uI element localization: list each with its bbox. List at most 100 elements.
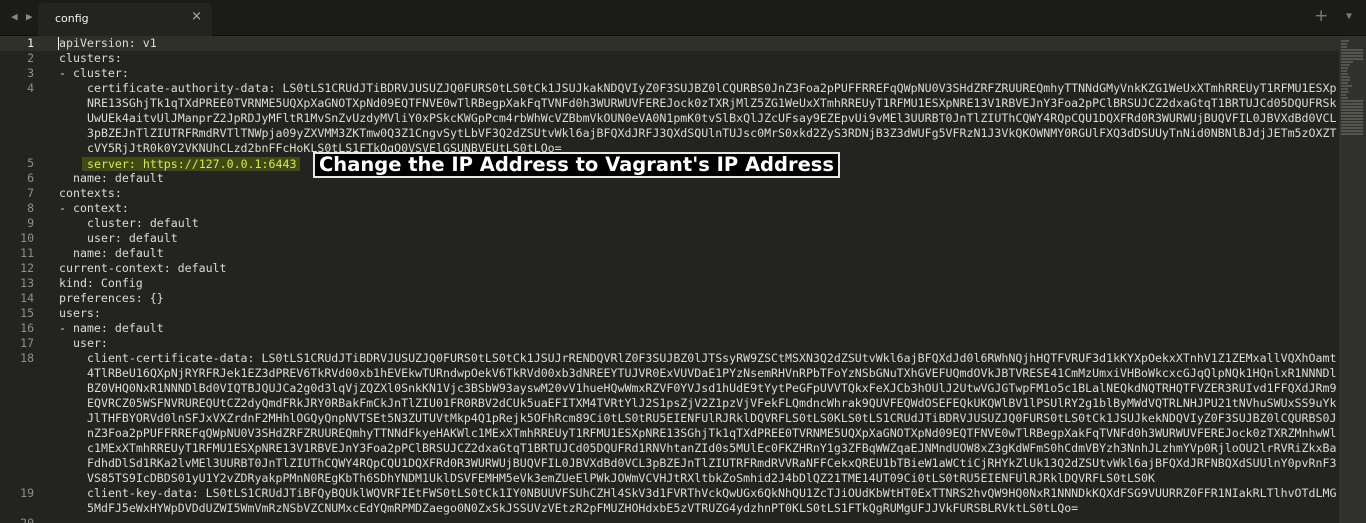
minimap-line bbox=[1341, 127, 1363, 129]
minimap-line bbox=[1341, 118, 1363, 120]
line-text: current-context: default bbox=[59, 261, 227, 275]
line-number: 12 bbox=[20, 261, 34, 275]
tab-config[interactable]: config × bbox=[38, 3, 212, 36]
line-number: 10 bbox=[20, 231, 34, 245]
client-certificate-data-text: client-certificate-data: LS0tLS1CRUdJTiB… bbox=[87, 351, 1337, 485]
close-icon[interactable]: × bbox=[191, 9, 202, 24]
line-number: 15 bbox=[20, 306, 34, 320]
minimap-line bbox=[1341, 112, 1363, 114]
minimap-line bbox=[1341, 46, 1347, 48]
minimap-line bbox=[1341, 55, 1363, 57]
line-text: name: default bbox=[73, 246, 164, 260]
line-text: user: default bbox=[87, 231, 178, 245]
server-url: https://127.0.0.1:6443 bbox=[142, 157, 297, 171]
tab-title: config bbox=[55, 12, 89, 25]
minimap-line bbox=[1341, 130, 1363, 132]
minimap-line bbox=[1341, 61, 1353, 63]
line-number: 20 bbox=[20, 516, 34, 523]
line-text: - cluster: bbox=[59, 66, 129, 80]
code-line[interactable]: 13 kind: Config bbox=[0, 276, 1366, 291]
minimap-line bbox=[1341, 133, 1363, 135]
minimap-line bbox=[1341, 121, 1363, 123]
minimap-line bbox=[1341, 82, 1348, 84]
line-text: preferences: {} bbox=[59, 291, 164, 305]
line-text: users: bbox=[59, 306, 101, 320]
minimap-line bbox=[1341, 79, 1350, 81]
line-number: 6 bbox=[27, 171, 34, 185]
minimap-line bbox=[1341, 85, 1352, 87]
minimap-line bbox=[1341, 100, 1363, 102]
code-line[interactable]: 17 user: bbox=[0, 336, 1366, 351]
line-text: clusters: bbox=[59, 51, 122, 65]
triangle-right-icon[interactable]: ▶ bbox=[26, 10, 33, 23]
line-text: apiVersion: v1 bbox=[59, 36, 157, 50]
minimap-line bbox=[1341, 91, 1349, 93]
code-line[interactable]: 20 bbox=[0, 516, 1366, 523]
triangle-left-icon[interactable]: ◀ bbox=[11, 10, 18, 23]
code-line[interactable]: 8 - context: bbox=[0, 201, 1366, 216]
line-number: 19 bbox=[20, 486, 34, 500]
code-line[interactable]: 3 - cluster: bbox=[0, 66, 1366, 81]
chevron-down-icon[interactable]: ▼ bbox=[1346, 11, 1352, 22]
code-line[interactable]: 2 clusters: bbox=[0, 51, 1366, 66]
minimap[interactable] bbox=[1339, 36, 1366, 523]
minimap-line bbox=[1341, 124, 1363, 126]
code-line[interactable]: 10 user: default bbox=[0, 231, 1366, 246]
code-line[interactable]: 15 users: bbox=[0, 306, 1366, 321]
code-line[interactable]: 19 client-key-data: LS0tLS1CRUdJTiBFQyBQ… bbox=[0, 486, 1366, 516]
client-key-data-text: client-key-data: LS0tLS1CRUdJTiBFQyBQUkl… bbox=[87, 486, 1337, 515]
code-line[interactable]: 16 - name: default bbox=[0, 321, 1366, 336]
line-text: kind: Config bbox=[59, 276, 143, 290]
line-number: 16 bbox=[20, 321, 34, 335]
line-text: user: bbox=[73, 336, 108, 350]
line-text: cluster: default bbox=[87, 216, 199, 230]
code-line[interactable]: 6 name: default bbox=[0, 171, 1366, 186]
code-line[interactable]: 11 name: default bbox=[0, 246, 1366, 261]
line-number: 2 bbox=[27, 51, 34, 65]
line-number: 4 bbox=[27, 81, 34, 95]
code-line[interactable]: 9 cluster: default bbox=[0, 216, 1366, 231]
minimap-line bbox=[1341, 64, 1350, 66]
minimap-line bbox=[1341, 115, 1363, 117]
line-number: 3 bbox=[27, 66, 34, 80]
line-text: - context: bbox=[59, 201, 129, 215]
code-line[interactable]: 1 apiVersion: v1 bbox=[0, 36, 1366, 51]
line-number: 11 bbox=[20, 246, 34, 260]
minimap-line bbox=[1341, 97, 1348, 99]
server-key: server: bbox=[87, 157, 136, 171]
code-line[interactable]: 7 contexts: bbox=[0, 186, 1366, 201]
line-number: 1 bbox=[27, 36, 34, 50]
line-text: name: default bbox=[73, 171, 164, 185]
minimap-line bbox=[1341, 52, 1363, 54]
line-number: 9 bbox=[27, 216, 34, 230]
line-number: 18 bbox=[20, 351, 34, 365]
minimap-line bbox=[1341, 106, 1363, 108]
code-editor[interactable]: 1 apiVersion: v1 2 clusters: 3 - cluster… bbox=[0, 36, 1366, 523]
minimap-line bbox=[1341, 67, 1348, 69]
line-number: 5 bbox=[27, 156, 34, 170]
code-line[interactable]: 12 current-context: default bbox=[0, 261, 1366, 276]
minimap-line bbox=[1341, 49, 1363, 51]
minimap-line bbox=[1341, 109, 1363, 111]
line-number: 17 bbox=[20, 336, 34, 350]
line-number: 7 bbox=[27, 186, 34, 200]
certificate-authority-data-text: certificate-authority-data: LS0tLS1CRUdJ… bbox=[87, 81, 1337, 155]
new-tab-button[interactable]: + bbox=[1314, 6, 1328, 26]
minimap-line bbox=[1341, 73, 1348, 75]
minimap-line bbox=[1341, 70, 1347, 72]
tab-bar: ◀ ▶ config × + ▼ bbox=[0, 0, 1366, 36]
minimap-line bbox=[1341, 88, 1348, 90]
line-number: 13 bbox=[20, 276, 34, 290]
code-line[interactable]: 14 preferences: {} bbox=[0, 291, 1366, 306]
line-number: 8 bbox=[27, 201, 34, 215]
minimap-line bbox=[1341, 58, 1363, 60]
code-line[interactable]: 4 certificate-authority-data: LS0tLS1CRU… bbox=[0, 81, 1366, 156]
minimap-line bbox=[1341, 103, 1363, 105]
minimap-line bbox=[1341, 94, 1346, 96]
minimap-line bbox=[1341, 40, 1349, 42]
server-highlight: server: https://127.0.0.1:6443 bbox=[82, 157, 300, 171]
minimap-line bbox=[1341, 76, 1350, 78]
minimap-line bbox=[1341, 43, 1347, 45]
line-text: - name: default bbox=[59, 321, 164, 335]
code-line[interactable]: 18 client-certificate-data: LS0tLS1CRUdJ… bbox=[0, 351, 1366, 486]
